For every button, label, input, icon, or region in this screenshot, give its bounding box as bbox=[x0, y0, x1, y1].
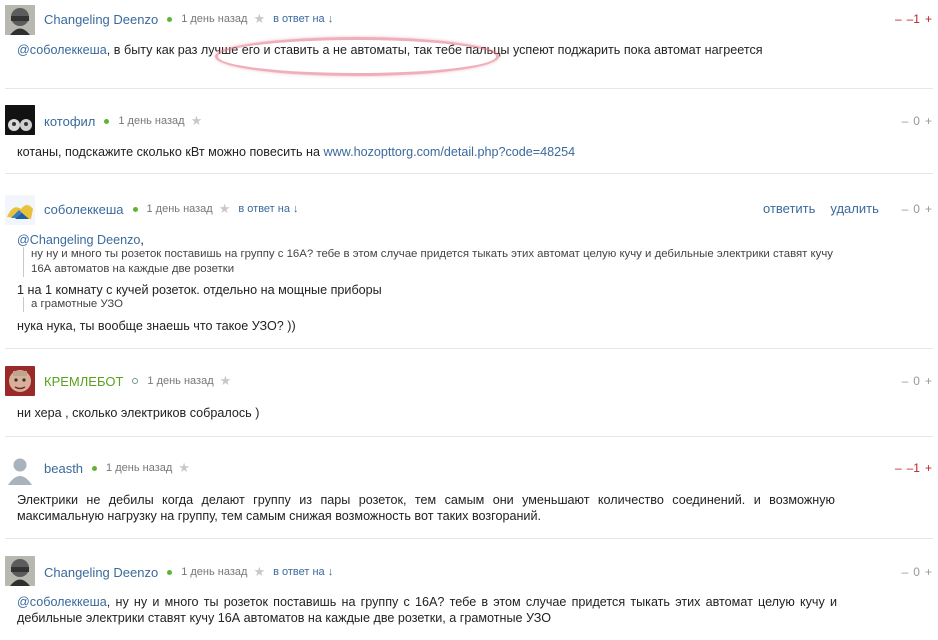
author-link[interactable]: соболеккеша bbox=[44, 202, 124, 217]
vote-up-button[interactable]: + bbox=[925, 202, 932, 216]
vote-down-button[interactable]: – bbox=[902, 114, 909, 128]
comma: , bbox=[140, 233, 144, 247]
timestamp: 1 день назад bbox=[181, 566, 248, 578]
quote-block: ну ну и много ты розеток поставишь на гр… bbox=[23, 247, 851, 277]
star-icon[interactable]: ★ bbox=[253, 11, 265, 27]
star-icon[interactable]: ★ bbox=[253, 564, 265, 580]
timestamp: 1 день назад bbox=[106, 462, 173, 474]
avatar[interactable] bbox=[5, 455, 35, 485]
offline-dot-icon bbox=[132, 378, 139, 384]
comment-header: соболеккеша 1 день назад ★ в ответ на ↓ bbox=[44, 199, 299, 219]
timestamp: 1 день назад bbox=[181, 13, 248, 25]
comment-text: , в быту как раз лучше его и ставить а н… bbox=[106, 43, 763, 57]
comment-body: @соболеккеша, ну ну и много ты розеток п… bbox=[17, 594, 837, 626]
external-link[interactable]: www.hozopttorg.com/detail.php?code=48254 bbox=[323, 145, 575, 159]
online-dot-icon bbox=[132, 206, 138, 212]
comment-header: котофил 1 день назад ★ bbox=[44, 111, 202, 131]
avatar[interactable] bbox=[5, 366, 35, 396]
rating: – 0 + bbox=[902, 565, 932, 579]
author-link[interactable]: Changeling Deenzo bbox=[44, 565, 158, 580]
online-dot-icon bbox=[92, 465, 98, 471]
avatar[interactable] bbox=[5, 556, 35, 586]
avatar[interactable] bbox=[5, 5, 35, 35]
author-link[interactable]: котофил bbox=[44, 114, 95, 129]
mention-link[interactable]: @соболеккеша bbox=[17, 595, 107, 609]
comment-text: ни хера , сколько электриков собралось ) bbox=[17, 406, 260, 420]
rating-value: –1 bbox=[906, 461, 920, 475]
reply-to-link[interactable]: в ответ на ↓ bbox=[273, 566, 333, 578]
comment-text: 1 на 1 комнату с кучей розеток. отдельно… bbox=[17, 283, 382, 297]
comment-text: котаны, подскажите сколько кВт можно пов… bbox=[17, 145, 324, 159]
comment-text: , ну ну и много ты розеток поставишь на … bbox=[17, 595, 837, 625]
vote-up-button[interactable]: + bbox=[925, 12, 932, 26]
comment-text: Электрики не дебилы когда делают группу … bbox=[17, 493, 835, 523]
mention-line: @Changeling Deenzo, bbox=[17, 232, 144, 248]
mention-link[interactable]: @соболеккеша bbox=[17, 43, 107, 57]
rating-value: 0 bbox=[913, 202, 920, 216]
star-icon[interactable]: ★ bbox=[219, 201, 231, 217]
comment-header: Changeling Deenzo 1 день назад ★ в ответ… bbox=[44, 562, 333, 582]
reply-to-link[interactable]: в ответ на ↓ bbox=[238, 203, 298, 215]
author-link[interactable]: КРЕМЛЕБОТ bbox=[44, 374, 123, 389]
vote-up-button[interactable]: + bbox=[925, 461, 932, 475]
comment-2: котофил 1 день назад ★ – 0 + котаны, под… bbox=[0, 89, 938, 173]
rating: – 0 + bbox=[902, 374, 932, 388]
online-dot-icon bbox=[167, 16, 173, 22]
comment-body: @соболеккеша, в быту как раз лучше его и… bbox=[17, 42, 837, 58]
rating: – 0 + bbox=[902, 114, 932, 128]
star-icon[interactable]: ★ bbox=[178, 460, 190, 476]
vote-down-button[interactable]: – bbox=[902, 374, 909, 388]
rating: – –1 + bbox=[895, 461, 932, 475]
timestamp: 1 день назад bbox=[147, 375, 214, 387]
vote-up-button[interactable]: + bbox=[925, 114, 932, 128]
rating: – –1 + bbox=[895, 12, 932, 26]
rating-value: 0 bbox=[913, 374, 920, 388]
vote-up-button[interactable]: + bbox=[925, 374, 932, 388]
vote-down-button[interactable]: – bbox=[895, 461, 902, 475]
comment-3: соболеккеша 1 день назад ★ в ответ на ↓ … bbox=[0, 174, 938, 347]
author-link[interactable]: Changeling Deenzo bbox=[44, 12, 158, 27]
comment-5: beasth 1 день назад ★ – –1 + Электрики н… bbox=[0, 437, 938, 538]
author-link[interactable]: beasth bbox=[44, 461, 83, 476]
timestamp: 1 день назад bbox=[146, 203, 213, 215]
reply-button[interactable]: ответить bbox=[763, 201, 815, 216]
delete-button[interactable]: удалить bbox=[830, 201, 878, 216]
comment-header: Changeling Deenzo 1 день назад ★ в ответ… bbox=[44, 9, 333, 29]
vote-down-button[interactable]: – bbox=[895, 12, 902, 26]
reply-to-link[interactable]: в ответ на ↓ bbox=[273, 13, 333, 25]
star-icon[interactable]: ★ bbox=[220, 373, 232, 389]
vote-up-button[interactable]: + bbox=[925, 565, 932, 579]
comment-body: котаны, подскажите сколько кВт можно пов… bbox=[17, 144, 575, 160]
rating-value: 0 bbox=[913, 114, 920, 128]
vote-down-button[interactable]: – bbox=[902, 565, 909, 579]
comment-header: beasth 1 день назад ★ bbox=[44, 458, 190, 478]
timestamp: 1 день назад bbox=[118, 115, 185, 127]
rating-value: –1 bbox=[906, 12, 920, 26]
comment-6: Changeling Deenzo 1 день назад ★ в ответ… bbox=[0, 539, 938, 640]
online-dot-icon bbox=[167, 569, 173, 575]
comment-4: КРЕМЛЕБОТ 1 день назад ★ – 0 + ни хера ,… bbox=[0, 349, 938, 435]
comment-header: КРЕМЛЕБОТ 1 день назад ★ bbox=[44, 371, 231, 391]
comment-text: нука нука, ты вообще знаешь что такое УЗ… bbox=[17, 319, 296, 333]
quote-block: а грамотные УЗО bbox=[23, 297, 123, 312]
online-dot-icon bbox=[104, 118, 110, 124]
rating-value: 0 bbox=[913, 565, 920, 579]
star-icon[interactable]: ★ bbox=[191, 113, 203, 129]
rating: – 0 + bbox=[902, 202, 932, 216]
avatar[interactable] bbox=[5, 105, 35, 135]
comment-1: Changeling Deenzo 1 день назад ★ в ответ… bbox=[0, 0, 938, 88]
mention-link[interactable]: @Changeling Deenzo bbox=[17, 233, 140, 247]
comment-actions: ответить удалить bbox=[763, 201, 879, 216]
avatar[interactable] bbox=[5, 195, 35, 225]
vote-down-button[interactable]: – bbox=[902, 202, 909, 216]
